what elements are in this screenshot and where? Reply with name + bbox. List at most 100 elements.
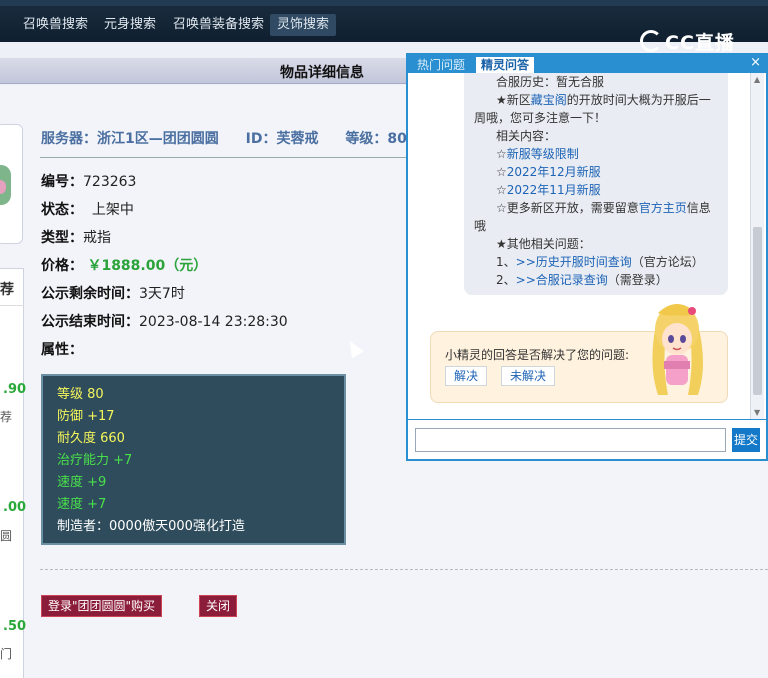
recommend-note-1: 荐 [0,410,13,424]
item-id-label: ID：芙蓉戒 [245,131,319,147]
other-questions-label: ★其他相关问题： [496,237,591,251]
attr-defense: 防御 +17 [57,409,115,424]
attr-speed-1: 速度 +9 [57,475,107,490]
end-time-value: 2023-08-14 23:28:30 [139,314,288,330]
unsolved-button[interactable]: 未解决 [501,366,556,386]
forum-note: （官方论坛） [631,255,704,269]
server-label: 服务器：浙江1区—团团圆圆 [41,131,219,147]
treasure-link[interactable]: 藏宝阁 [531,93,567,107]
link-new-server-level[interactable]: 新服等级限制 [507,147,579,161]
recommend-note-3: 门 [0,647,13,661]
related-item-3: ☆2022年11月新服 [474,181,718,199]
price-value: ￥1888.00（元） [87,258,208,274]
chat-input-bar: 提交 [408,419,766,459]
scroll-thumb[interactable] [753,227,762,395]
other-question-2: 2、>>合服记录查询（需登录） [474,271,718,289]
related-item-1: ☆新服等级限制 [474,145,718,163]
related-label: 相关内容： [496,129,557,143]
spirit-girl-icon [652,304,703,395]
number-row: 编号：723263 [41,171,136,191]
tab-pet-equip-search[interactable]: 召唤兽装备搜索 [166,14,271,36]
more-servers-text: ☆更多新区开放，需要留意 [496,201,639,215]
attributes-label: 属性： [41,342,83,358]
news-prefix: ★新区 [496,93,531,107]
tab-pet-search[interactable]: 召唤兽搜索 [16,14,95,36]
level-label: 等级：80 [345,131,407,147]
status-row: 状态： 上架中 [41,199,134,219]
end-time-label: 公示结束时间： [41,314,139,330]
qa-chat-panel: 热门问题 精灵问答 × 合服历史：暂无合服 ★新区藏宝阁的开放时间大概为开服后一… [406,53,768,461]
related-item-4-wrap: 哦 [474,219,487,233]
link-merge-records[interactable]: >>合服记录查询 [516,273,608,287]
other-question-1: 1、>>历史开服时间查询（官方论坛） [474,253,718,271]
link-2022-dec-server[interactable]: 2022年12月新服 [507,165,601,179]
number-label: 编号： [41,174,83,190]
status-value: 上架中 [91,202,134,218]
content-divider [40,569,768,570]
end-time-row: 公示结束时间：2023-08-14 23:28:30 [41,311,288,331]
related-item-2: ☆2022年12月新服 [474,163,718,181]
status-label: 状态： [41,202,83,218]
related-item-4: ☆更多新区开放，需要留意官方主页信息 [474,199,718,217]
server-underline [40,157,408,158]
link-history-open-time[interactable]: >>历史开服时间查询 [516,255,632,269]
link-official-homepage[interactable]: 官方主页 [639,201,687,215]
tab-accessory-search[interactable]: 灵饰搜索 [270,14,337,36]
attributes-box: 等级 80 防御 +17 耐久度 660 治疗能力 +7 速度 +9 速度 +7… [41,374,346,545]
page-title: 物品详细信息 [280,65,364,81]
feedback-question: 小精灵的回答是否解决了您的问题: [445,348,630,362]
tab-body-search[interactable]: 元身搜索 [97,14,163,36]
chat-input[interactable] [415,428,726,452]
remain-value: 3天7时 [139,286,185,302]
merge-history: 合服历史：暂无合服 [496,75,605,89]
tab-hot-questions[interactable]: 热门问题 [412,57,470,73]
chat-scrollbar[interactable]: ▲ ▼ [750,73,764,419]
link-2022-nov-server[interactable]: 2022年11月新服 [507,183,601,197]
submit-button[interactable]: 提交 [732,428,760,452]
news-line: ★新区藏宝阁的开放时间大概为开服后一 [474,91,718,109]
num-1: 1、 [496,255,516,269]
login-note: （需登录） [607,273,668,287]
star-icon: ☆ [496,147,507,161]
cc-live-logo: CC直播 [640,28,735,54]
attr-speed-2: 速度 +7 [57,497,107,512]
chat-messages: 合服历史：暂无合服 ★新区藏宝阁的开放时间大概为开服后一 周哦，您可多注意一下！… [408,73,748,419]
solved-button[interactable]: 解决 [445,366,488,386]
news-wrap: 周哦，您可多注意一下！ [474,111,607,125]
cc-logo-icon [640,30,662,52]
price-label: 价格： [41,258,83,274]
recommend-divider [0,305,24,306]
type-label: 类型： [41,230,83,246]
attr-maker: 制造者：0000傲天000强化打造 [57,519,245,534]
recommend-price-1[interactable]: .90 [3,382,26,397]
logo-text: CC直播 [665,32,735,54]
star-icon: ☆ [496,165,507,179]
number-value: 723263 [83,174,137,190]
attr-level: 等级 80 [57,387,104,402]
attributes-row: 属性： [41,339,83,359]
chat-close-icon[interactable]: × [750,55,761,70]
attr-healing: 治疗能力 +7 [57,453,133,468]
more-servers-suffix: 信息 [686,201,711,215]
price-row: 价格： ￥1888.00（元） [41,255,207,275]
scroll-up-icon[interactable]: ▲ [754,75,760,84]
nav-stripe [0,0,768,6]
recommend-header: 荐 [0,282,14,298]
star-icon: ☆ [496,183,507,197]
recommend-price-2[interactable]: .00 [3,500,26,515]
item-image-card [0,124,23,244]
recommend-note-2: 圆 [0,529,13,543]
scroll-down-icon[interactable]: ▼ [754,408,760,417]
answer-bubble: 合服历史：暂无合服 ★新区藏宝阁的开放时间大概为开服后一 周哦，您可多注意一下！… [464,73,728,295]
remain-label: 公示剩余时间： [41,286,139,302]
tab-spirit-qa[interactable]: 精灵问答 [476,57,535,73]
news-suffix: 的开放时间大概为开服后一 [566,93,711,107]
type-value: 戒指 [83,230,111,246]
attr-durability: 耐久度 660 [57,431,125,446]
remain-row: 公示剩余时间：3天7时 [41,283,185,303]
login-buy-button[interactable]: 登录"团团圆圆"购买 [41,595,163,617]
recommend-sidebar: 荐 .90 荐 .00 圆 .50 门 [0,268,26,678]
recommend-price-3[interactable]: .50 [3,619,26,634]
close-button[interactable]: 关闭 [199,595,238,617]
server-info-line: 服务器：浙江1区—团团圆圆 ID：芙蓉戒 等级：80 [41,128,429,148]
